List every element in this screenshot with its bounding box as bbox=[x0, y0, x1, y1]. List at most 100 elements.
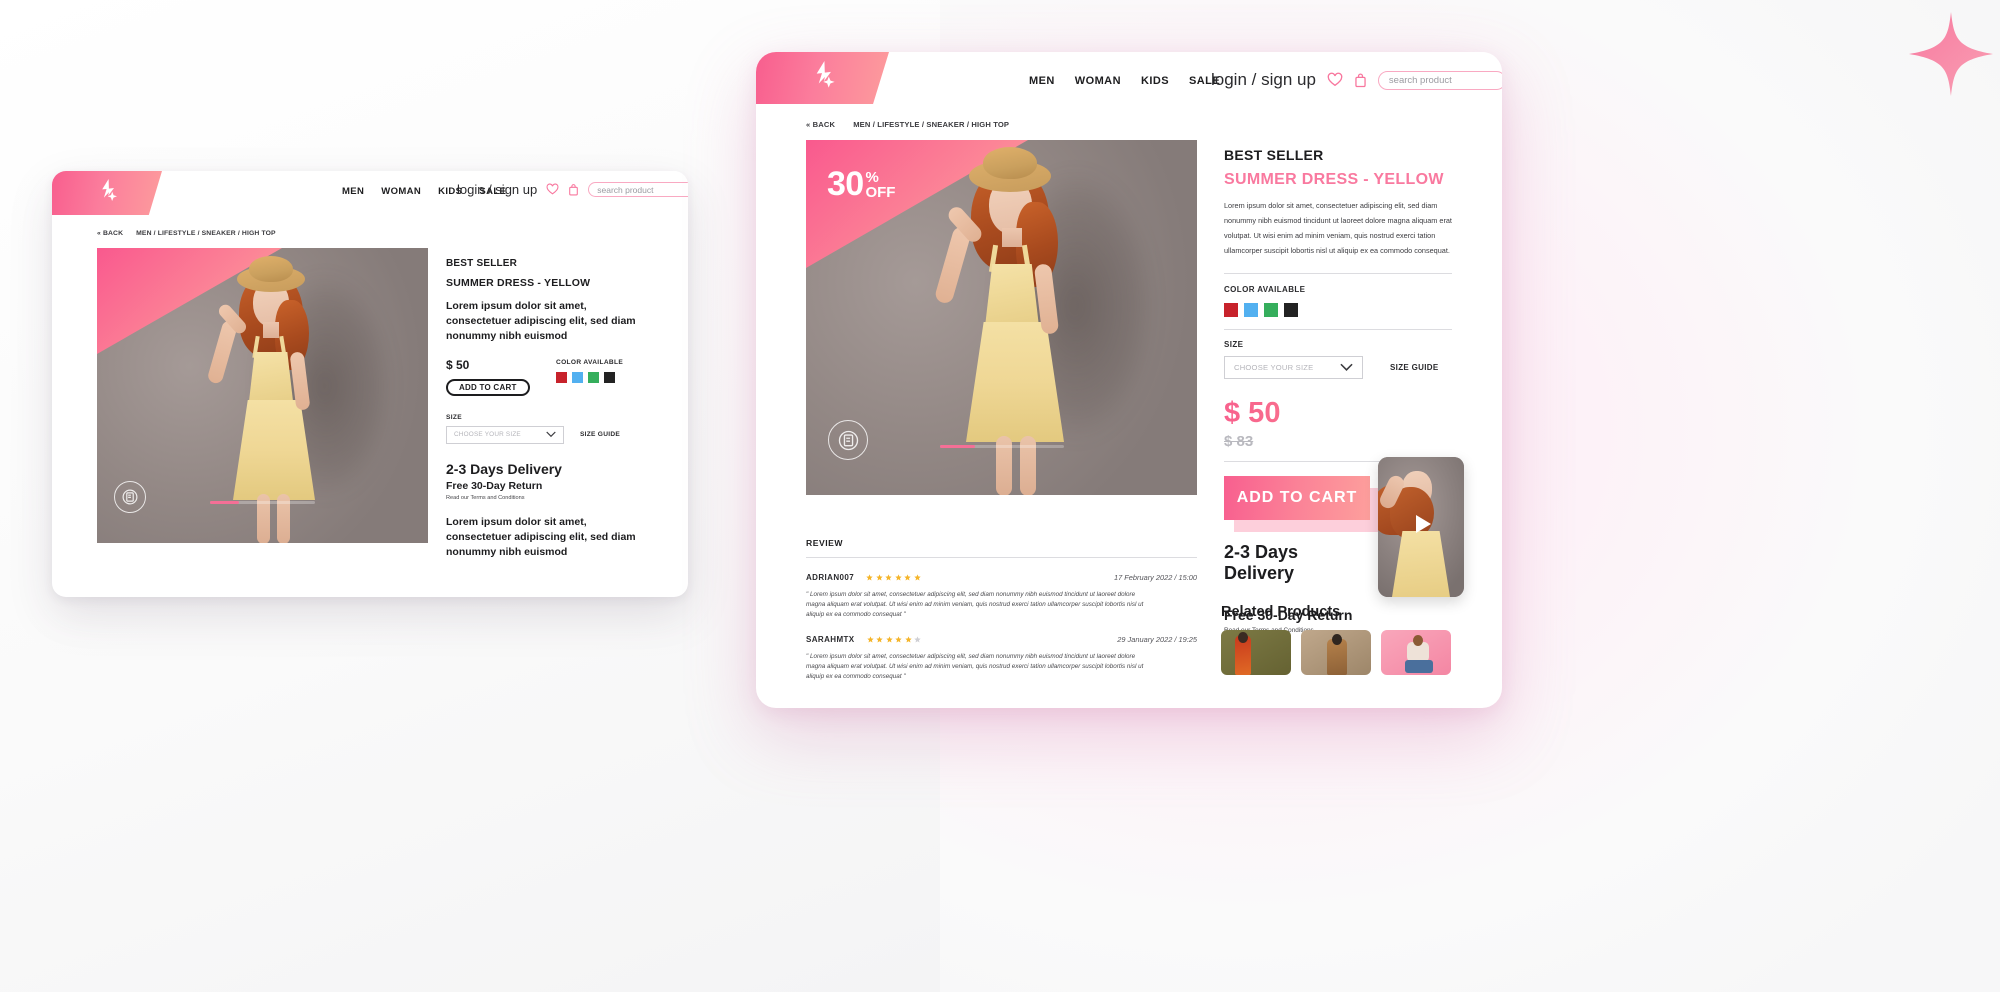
return-title: Free 30-Day Return bbox=[446, 479, 543, 492]
add-to-cart-button[interactable]: ADD TO CART bbox=[1224, 475, 1370, 520]
lightning-star-logo-icon bbox=[809, 61, 836, 95]
color-swatch-green[interactable] bbox=[588, 371, 599, 383]
back-link[interactable]: « BACK bbox=[806, 120, 835, 129]
size-select-value: CHOOSE YOUR SIZE bbox=[1234, 362, 1314, 372]
size-label: SIZE bbox=[446, 413, 462, 421]
model-photo bbox=[97, 248, 428, 543]
review-section: REVIEW ADRIAN007 17 February 2022 / 15:0… bbox=[806, 538, 1197, 682]
size-guide-link[interactable]: SIZE GUIDE bbox=[580, 431, 620, 438]
size-select[interactable]: CHOOSE YOUR SIZE bbox=[1224, 355, 1363, 379]
sparkle-icon bbox=[1905, 8, 1997, 100]
related-products-heading: Related Products bbox=[1221, 604, 1341, 620]
breadcrumb-path: MEN / LIFESTYLE / SNEAKER / HIGH TOP bbox=[853, 120, 1010, 129]
breadcrumb: « BACK MEN / LIFESTYLE / SNEAKER / HIGH … bbox=[97, 230, 276, 237]
chevron-down-icon bbox=[546, 431, 556, 438]
review-date: 29 January 2022 / 19:25 bbox=[1117, 635, 1197, 645]
nav-item-woman[interactable]: WOMAN bbox=[381, 186, 421, 197]
heart-icon[interactable] bbox=[1327, 72, 1343, 88]
site-header-small: MEN WOMAN KIDS SALE login / sign up sear… bbox=[52, 171, 688, 221]
size-guide-link[interactable]: SIZE GUIDE bbox=[1390, 363, 1439, 372]
review-username: SARAHMTX bbox=[806, 635, 855, 645]
product-description: Lorem ipsum dolor sit amet, consectetuer… bbox=[446, 300, 636, 343]
account-area-large: login / sign up search product bbox=[1211, 70, 1502, 90]
guarantee-seal-icon bbox=[828, 420, 868, 460]
review-star-rating bbox=[866, 574, 921, 581]
color-swatch-red[interactable] bbox=[1224, 302, 1238, 317]
delivery-title: 2-3 Days Delivery bbox=[1224, 541, 1299, 583]
site-header-large: MEN WOMAN KIDS SALE login / sign up sear… bbox=[756, 52, 1502, 118]
color-swatches bbox=[556, 371, 623, 383]
size-select[interactable]: CHOOSE YOUR SIZE bbox=[446, 425, 564, 444]
color-swatch-green[interactable] bbox=[1264, 302, 1278, 317]
play-icon[interactable] bbox=[1412, 513, 1434, 540]
review-item: SARAHMTX 29 January 2022 / 19:25 " Lorem… bbox=[806, 635, 1197, 681]
review-text: " Lorem ipsum dolor sit amet, consectetu… bbox=[806, 591, 1144, 618]
product-page-card-small: MEN WOMAN KIDS SALE login / sign up sear… bbox=[52, 171, 688, 597]
nav-item-woman[interactable]: WOMAN bbox=[1075, 75, 1121, 87]
product-hero-image-large[interactable]: 30 % OFF bbox=[806, 140, 1197, 495]
color-swatch-blue[interactable] bbox=[572, 371, 583, 383]
color-available-label: COLOR AVAILABLE bbox=[556, 358, 624, 366]
product-hero-image-small[interactable] bbox=[97, 248, 428, 543]
shopping-bag-icon[interactable] bbox=[1354, 72, 1367, 88]
shopping-bag-icon[interactable] bbox=[568, 183, 579, 196]
product-title: SUMMER DRESS - YELLOW bbox=[1224, 171, 1444, 188]
product-detail-panel-small: BEST SELLER SUMMER DRESS - YELLOW Lorem … bbox=[446, 258, 651, 560]
divider bbox=[1224, 328, 1452, 330]
related-product-card[interactable] bbox=[1301, 630, 1371, 675]
add-to-cart-button[interactable]: ADD TO CART bbox=[446, 378, 530, 396]
lightning-star-logo-icon bbox=[96, 178, 118, 208]
brand-logo-large[interactable] bbox=[756, 52, 889, 104]
nav-item-men[interactable]: MEN bbox=[1029, 75, 1055, 87]
related-product-card[interactable] bbox=[1381, 630, 1451, 675]
color-swatches bbox=[1224, 302, 1452, 317]
size-select-value: CHOOSE YOUR SIZE bbox=[454, 431, 521, 439]
login-signup-link[interactable]: login / sign up bbox=[457, 182, 537, 197]
product-video-thumbnail[interactable] bbox=[1378, 457, 1464, 597]
related-products-section: Related Products bbox=[1221, 604, 1471, 675]
divider bbox=[1224, 272, 1452, 274]
return-note[interactable]: Read our Terms and Conditions bbox=[446, 495, 651, 501]
color-swatch-black[interactable] bbox=[604, 371, 615, 383]
size-label: SIZE bbox=[1224, 339, 1244, 349]
search-placeholder: search product bbox=[597, 184, 654, 195]
color-swatch-blue[interactable] bbox=[1244, 302, 1258, 317]
guarantee-seal-icon bbox=[114, 481, 146, 513]
review-username: ADRIAN007 bbox=[806, 573, 855, 582]
related-products-grid bbox=[1221, 630, 1471, 675]
price-original: $ 83 bbox=[1224, 432, 1254, 450]
image-slider-progress[interactable] bbox=[940, 445, 1064, 448]
review-item: ADRIAN007 17 February 2022 / 15:00 " Lor… bbox=[806, 573, 1197, 619]
price-current: $ 50 bbox=[446, 357, 470, 372]
image-slider-progress[interactable] bbox=[210, 501, 315, 504]
delivery-title: 2-3 Days Delivery bbox=[446, 460, 562, 477]
product-title: SUMMER DRESS - YELLOW bbox=[446, 277, 591, 289]
account-area-small: login / sign up search product bbox=[457, 182, 688, 197]
review-star-rating bbox=[866, 636, 922, 643]
breadcrumb-path: MEN / LIFESTYLE / SNEAKER / HIGH TOP bbox=[136, 230, 276, 237]
primary-nav-large: MEN WOMAN KIDS SALE bbox=[1029, 75, 1220, 87]
product-kicker: BEST SELLER bbox=[1224, 147, 1324, 163]
color-swatch-black[interactable] bbox=[1284, 302, 1298, 317]
price-current: $ 50 bbox=[1224, 397, 1452, 430]
product-secondary-description: Lorem ipsum dolor sit amet, consectetuer… bbox=[446, 515, 636, 559]
breadcrumb: « BACK MEN / LIFESTYLE / SNEAKER / HIGH … bbox=[806, 120, 1009, 129]
product-kicker: BEST SELLER bbox=[446, 258, 518, 269]
login-signup-link[interactable]: login / sign up bbox=[1211, 70, 1316, 90]
nav-item-kids[interactable]: KIDS bbox=[1141, 75, 1169, 87]
color-swatch-red[interactable] bbox=[556, 371, 567, 383]
color-available-label: COLOR AVAILABLE bbox=[1224, 284, 1306, 294]
search-input[interactable]: search product bbox=[1377, 70, 1502, 90]
search-placeholder: search product bbox=[1388, 74, 1452, 86]
search-input[interactable]: search product bbox=[588, 182, 688, 197]
product-page-card-large: MEN WOMAN KIDS SALE login / sign up sear… bbox=[756, 52, 1502, 708]
chevron-down-icon bbox=[1340, 363, 1353, 372]
brand-logo[interactable] bbox=[52, 171, 162, 215]
review-date: 17 February 2022 / 15:00 bbox=[1114, 573, 1197, 582]
heart-icon[interactable] bbox=[546, 183, 559, 196]
back-link[interactable]: « BACK bbox=[97, 230, 123, 237]
product-description: Lorem ipsum dolor sit amet, consectetuer… bbox=[1224, 201, 1452, 255]
related-product-card[interactable] bbox=[1221, 630, 1291, 675]
review-text: " Lorem ipsum dolor sit amet, consectetu… bbox=[806, 653, 1144, 680]
nav-item-men[interactable]: MEN bbox=[342, 186, 364, 197]
